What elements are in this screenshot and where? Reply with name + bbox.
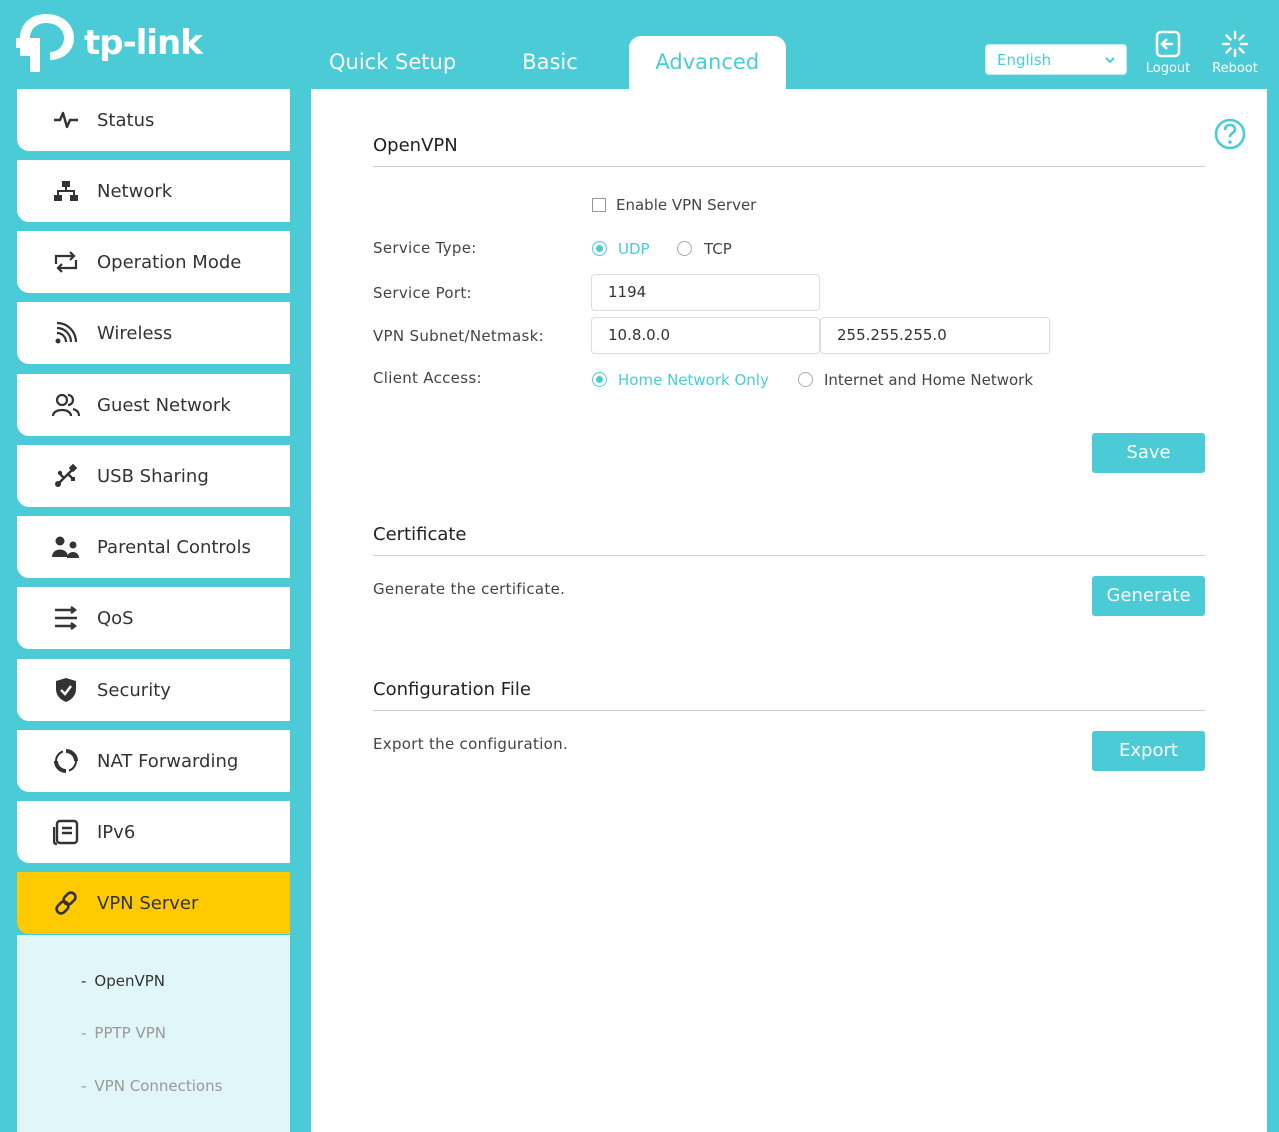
service-type-label: Service Type:	[373, 239, 477, 257]
vpn-submenu: - OpenVPN - PPTP VPN - VPN Connections	[17, 935, 290, 1132]
tab-quick-setup[interactable]: Quick Setup	[296, 36, 489, 89]
enable-vpn-checkbox[interactable]	[592, 198, 606, 212]
sidebar-item-ipv6[interactable]: IPv6	[17, 801, 290, 863]
sidebar-item-label: Guest Network	[97, 394, 231, 416]
main-panel: OpenVPN Enable VPN Server Service Type: …	[311, 89, 1267, 1132]
tp-link-logo-mark-icon	[16, 14, 74, 72]
logout-button[interactable]: Logout	[1138, 30, 1198, 76]
service-port-label: Service Port:	[373, 284, 472, 302]
language-select[interactable]: English	[985, 44, 1127, 75]
logout-icon	[1155, 30, 1181, 58]
sidebar-item-label: Parental Controls	[97, 536, 251, 558]
openvpn-section-title: OpenVPN	[373, 135, 458, 156]
sidebar-item-label: NAT Forwarding	[97, 750, 239, 772]
sidebar-item-label: USB Sharing	[97, 465, 209, 487]
sidebar-item-operation-mode[interactable]: Operation Mode	[17, 231, 290, 293]
sidebar-item-label: Network	[97, 180, 173, 202]
sidebar-item-qos[interactable]: QoS	[17, 587, 290, 649]
export-button[interactable]: Export	[1092, 731, 1205, 771]
guest-users-icon	[49, 390, 83, 420]
save-button[interactable]: Save	[1092, 433, 1205, 473]
section-divider	[373, 555, 1205, 556]
parental-icon	[49, 532, 83, 562]
sidebar-item-nat-forwarding[interactable]: NAT Forwarding	[17, 730, 290, 792]
section-divider	[373, 166, 1205, 167]
client-access-home-label: Home Network Only	[618, 371, 769, 389]
submenu-dash: -	[81, 1077, 87, 1095]
tab-advanced[interactable]: Advanced	[628, 36, 786, 89]
sidebar-item-parental-controls[interactable]: Parental Controls	[17, 516, 290, 578]
client-access-internet-radio[interactable]	[798, 372, 813, 387]
client-access-internet-label: Internet and Home Network	[824, 371, 1034, 389]
sidebar-item-label: Security	[97, 679, 171, 701]
reboot-label: Reboot	[1212, 61, 1258, 76]
wireless-icon	[49, 318, 83, 348]
submenu-item-label: VPN Connections	[94, 1077, 223, 1095]
sidebar-item-label: Wireless	[97, 322, 173, 344]
sidebar-item-status[interactable]: Status	[17, 89, 290, 151]
reboot-button[interactable]: Reboot	[1205, 30, 1265, 76]
brand-name: tp-link	[84, 23, 203, 63]
operation-mode-icon	[49, 247, 83, 277]
pulse-icon	[49, 105, 83, 135]
service-type-tcp-label: TCP	[704, 240, 732, 258]
client-access-label: Client Access:	[373, 369, 482, 387]
service-type-tcp-radio[interactable]	[677, 241, 692, 256]
submenu-item-pptp-vpn[interactable]: - PPTP VPN	[81, 1024, 166, 1042]
certificate-section-title: Certificate	[373, 524, 467, 545]
network-icon	[49, 176, 83, 206]
reboot-icon	[1221, 30, 1249, 58]
usb-icon	[49, 461, 83, 491]
language-selected: English	[997, 50, 1052, 69]
service-type-udp-radio[interactable]	[592, 241, 607, 256]
config-file-section-title: Configuration File	[373, 679, 531, 700]
submenu-dash: -	[81, 972, 87, 990]
client-access-home-radio[interactable]	[592, 372, 607, 387]
tab-basic[interactable]: Basic	[489, 36, 611, 89]
sidebar-item-security[interactable]: Security	[17, 659, 290, 721]
submenu-item-label: OpenVPN	[94, 972, 166, 990]
help-icon[interactable]	[1214, 118, 1246, 150]
sidebar-item-guest-network[interactable]: Guest Network	[17, 374, 290, 436]
submenu-item-openvpn[interactable]: - OpenVPN	[81, 972, 165, 990]
sidebar-item-vpn-server[interactable]: VPN Server	[17, 872, 290, 934]
shield-icon	[49, 675, 83, 705]
service-port-input[interactable]: 1194	[591, 274, 820, 311]
generate-button[interactable]: Generate	[1092, 576, 1205, 616]
sidebar-item-label: Status	[97, 109, 155, 131]
nat-icon	[49, 746, 83, 776]
sidebar-item-usb-sharing[interactable]: USB Sharing	[17, 445, 290, 507]
section-divider	[373, 710, 1205, 711]
vpn-netmask-input[interactable]: 255.255.255.0	[820, 317, 1050, 354]
qos-icon	[49, 603, 83, 633]
service-type-udp-label: UDP	[618, 240, 650, 258]
config-file-description: Export the configuration.	[373, 735, 569, 753]
submenu-item-label: PPTP VPN	[94, 1024, 167, 1042]
enable-vpn-label: Enable VPN Server	[616, 196, 757, 214]
subnet-netmask-label: VPN Subnet/Netmask:	[373, 327, 544, 345]
sidebar-item-label: VPN Server	[97, 892, 199, 914]
submenu-item-vpn-connections[interactable]: - VPN Connections	[81, 1077, 222, 1095]
certificate-description: Generate the certificate.	[373, 580, 566, 598]
tp-link-logo: tp-link	[16, 12, 203, 74]
logout-label: Logout	[1145, 61, 1191, 76]
sidebar-item-label: IPv6	[97, 821, 136, 843]
main-tabs: Quick Setup Basic Advanced	[296, 36, 786, 89]
link-icon	[49, 888, 83, 918]
chevron-down-icon	[1105, 57, 1115, 64]
sidebar-item-network[interactable]: Network	[17, 160, 290, 222]
sidebar-item-label: QoS	[97, 607, 134, 629]
sidebar-item-label: Operation Mode	[97, 251, 242, 273]
ipv6-icon	[49, 817, 83, 847]
sidebar-item-wireless[interactable]: Wireless	[17, 302, 290, 364]
submenu-dash: -	[81, 1024, 87, 1042]
vpn-subnet-input[interactable]: 10.8.0.0	[591, 317, 820, 354]
